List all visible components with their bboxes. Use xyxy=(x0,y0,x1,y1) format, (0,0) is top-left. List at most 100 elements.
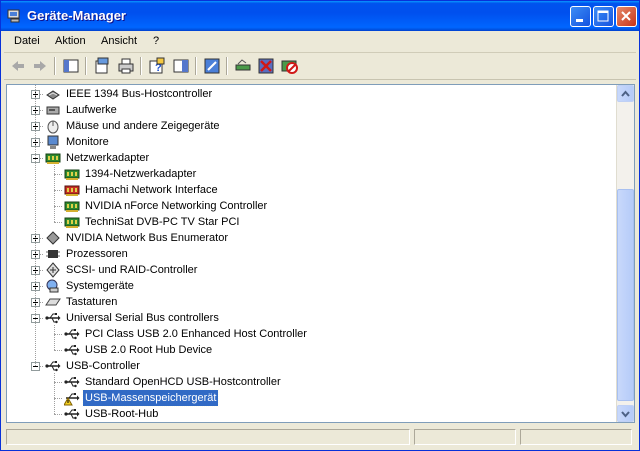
back-icon[interactable] xyxy=(8,56,28,76)
action-pane-icon[interactable] xyxy=(171,56,191,76)
network-card-red-icon xyxy=(64,185,80,196)
tree-item-label[interactable]: TechniSat DVB-PC TV Star PCI xyxy=(83,214,241,230)
menu-action[interactable]: Aktion xyxy=(55,35,86,47)
tree-category[interactable]: Tastaturen xyxy=(7,294,617,310)
tree-device[interactable]: USB-Massenspeichergerät xyxy=(7,389,617,407)
tree-item-label[interactable]: Universal Serial Bus controllers xyxy=(64,310,221,326)
tree-device[interactable]: 1394-Netzwerkadapter xyxy=(7,166,617,182)
status-panel xyxy=(520,429,632,445)
toolbar: ? xyxy=(4,53,636,80)
scroll-up-button[interactable] xyxy=(617,85,634,102)
forward-icon[interactable] xyxy=(30,56,50,76)
device-tree[interactable]: IEEE 1394 Bus-Hostcontroller Laufwerke Mäu… xyxy=(6,84,635,423)
toolbar-separator xyxy=(226,57,228,75)
tree-item-label[interactable]: USB 2.0 Root Hub Device xyxy=(83,342,214,358)
status-panel xyxy=(6,429,410,445)
tree-connector-line xyxy=(54,334,62,335)
help-icon[interactable]: ? xyxy=(147,56,167,76)
tree-category[interactable]: IEEE 1394 Bus-Hostcontroller xyxy=(7,86,617,102)
title-bar[interactable]: Geräte-Manager xyxy=(1,1,639,31)
show-hide-tree-icon[interactable] xyxy=(61,56,81,76)
tree-device[interactable]: NVIDIA nForce Networking Controller xyxy=(7,198,617,214)
uninstall-icon[interactable] xyxy=(256,56,276,76)
menu-file[interactable]: Datei xyxy=(14,35,40,47)
tree-item-label[interactable]: Prozessoren xyxy=(64,246,130,262)
tree-device[interactable]: USB 2.0 Root Hub Device xyxy=(7,342,617,358)
properties-icon[interactable] xyxy=(92,56,112,76)
menu-bar: Datei Aktion Ansicht ? xyxy=(4,31,636,53)
tree-item-label[interactable]: Tastaturen xyxy=(64,294,119,310)
chevron-up-icon xyxy=(621,90,630,97)
tree-category[interactable]: Mäuse und andere Zeigegeräte xyxy=(7,118,617,134)
tree-connector-line xyxy=(54,325,55,350)
tree-device[interactable]: Hamachi Network Interface xyxy=(7,182,617,198)
tree-category[interactable]: Monitore xyxy=(7,134,617,150)
tree-connector-line xyxy=(54,165,55,222)
close-icon xyxy=(621,11,631,21)
toolbar-separator xyxy=(85,57,87,75)
usb-icon xyxy=(64,329,80,340)
maximize-button[interactable] xyxy=(593,6,614,27)
bus-enumerator-icon xyxy=(46,231,60,245)
tree-device[interactable]: TechniSat DVB-PC TV Star PCI xyxy=(7,214,617,230)
tree-item-label[interactable]: IEEE 1394 Bus-Hostcontroller xyxy=(64,86,214,102)
update-driver-icon[interactable] xyxy=(202,56,222,76)
tree-item-label[interactable]: NVIDIA Network Bus Enumerator xyxy=(64,230,230,246)
menu-view[interactable]: Ansicht xyxy=(101,35,137,47)
tree-category[interactable]: Netzwerkadapter xyxy=(7,150,617,166)
network-card-icon xyxy=(64,217,80,228)
keyboard-icon xyxy=(45,298,61,306)
print-icon[interactable] xyxy=(116,56,136,76)
usb-warning-icon xyxy=(64,393,80,406)
tree-device[interactable]: PCI Class USB 2.0 Enhanced Host Controll… xyxy=(7,326,617,342)
usb-icon xyxy=(64,377,80,388)
tree-item-label[interactable]: SCSI- und RAID-Controller xyxy=(64,262,199,278)
disable-icon[interactable] xyxy=(279,56,299,76)
tree-item-label[interactable]: NVIDIA nForce Networking Controller xyxy=(83,198,269,214)
tree-item-label[interactable]: Mäuse und andere Zeigegeräte xyxy=(64,118,222,134)
tree-item-label[interactable]: 1394-Netzwerkadapter xyxy=(83,166,198,182)
tree-item-label[interactable]: PCI Class USB 2.0 Enhanced Host Controll… xyxy=(83,326,309,342)
vertical-scrollbar[interactable] xyxy=(616,85,634,422)
tree-connector-line xyxy=(54,373,55,414)
tree-item-label[interactable]: Systemgeräte xyxy=(64,278,136,294)
device-manager-window: Geräte-Manager Datei Aktion Ansicht ? ? xyxy=(0,0,640,451)
tree-category[interactable]: NVIDIA Network Bus Enumerator xyxy=(7,230,617,246)
usb-icon xyxy=(45,313,61,324)
scroll-down-button[interactable] xyxy=(617,405,634,422)
tree-item-label[interactable]: Hamachi Network Interface xyxy=(83,182,220,198)
network-card-icon xyxy=(64,169,80,180)
tree-item-label[interactable]: USB-Controller xyxy=(64,358,142,374)
tree-connector-line xyxy=(54,190,62,191)
minimize-icon xyxy=(576,19,583,22)
tree-item-label[interactable]: Standard OpenHCD USB-Hostcontroller xyxy=(83,374,283,390)
close-button[interactable] xyxy=(616,6,637,27)
tree-connector-line xyxy=(54,414,62,415)
tree-category[interactable]: Systemgeräte xyxy=(7,278,617,294)
tree-item-label[interactable]: Monitore xyxy=(64,134,111,150)
scsi-icon xyxy=(46,262,60,278)
toolbar-separator xyxy=(195,57,197,75)
window-title: Geräte-Manager xyxy=(27,8,126,23)
tree-connector-line xyxy=(54,382,62,383)
tree-category[interactable]: Laufwerke xyxy=(7,102,617,118)
tree-category[interactable]: Prozessoren xyxy=(7,246,617,262)
tree-connector-line xyxy=(54,206,62,207)
disk-drive-icon xyxy=(46,106,60,115)
menu-help[interactable]: ? xyxy=(153,35,159,47)
minimize-button[interactable] xyxy=(570,6,591,27)
tree-item-label[interactable]: USB-Massenspeichergerät xyxy=(81,389,220,407)
tree-item-label[interactable]: Laufwerke xyxy=(64,102,119,118)
tree-category[interactable]: Universal Serial Bus controllers xyxy=(7,310,617,326)
tree-category[interactable]: SCSI- und RAID-Controller xyxy=(7,262,617,278)
tree-connector-line xyxy=(54,398,62,399)
tree-device[interactable]: USB-Root-Hub xyxy=(7,406,617,422)
tree-device[interactable]: Standard OpenHCD USB-Hostcontroller xyxy=(7,374,617,390)
tree-item-label[interactable]: Netzwerkadapter xyxy=(64,150,151,166)
usb-icon xyxy=(64,409,80,420)
scan-hardware-icon[interactable] xyxy=(233,56,253,76)
scroll-thumb[interactable] xyxy=(617,189,634,401)
tree-category[interactable]: USB-Controller xyxy=(7,358,617,374)
chevron-down-icon xyxy=(621,411,630,418)
tree-item-label[interactable]: USB-Root-Hub xyxy=(83,406,160,422)
